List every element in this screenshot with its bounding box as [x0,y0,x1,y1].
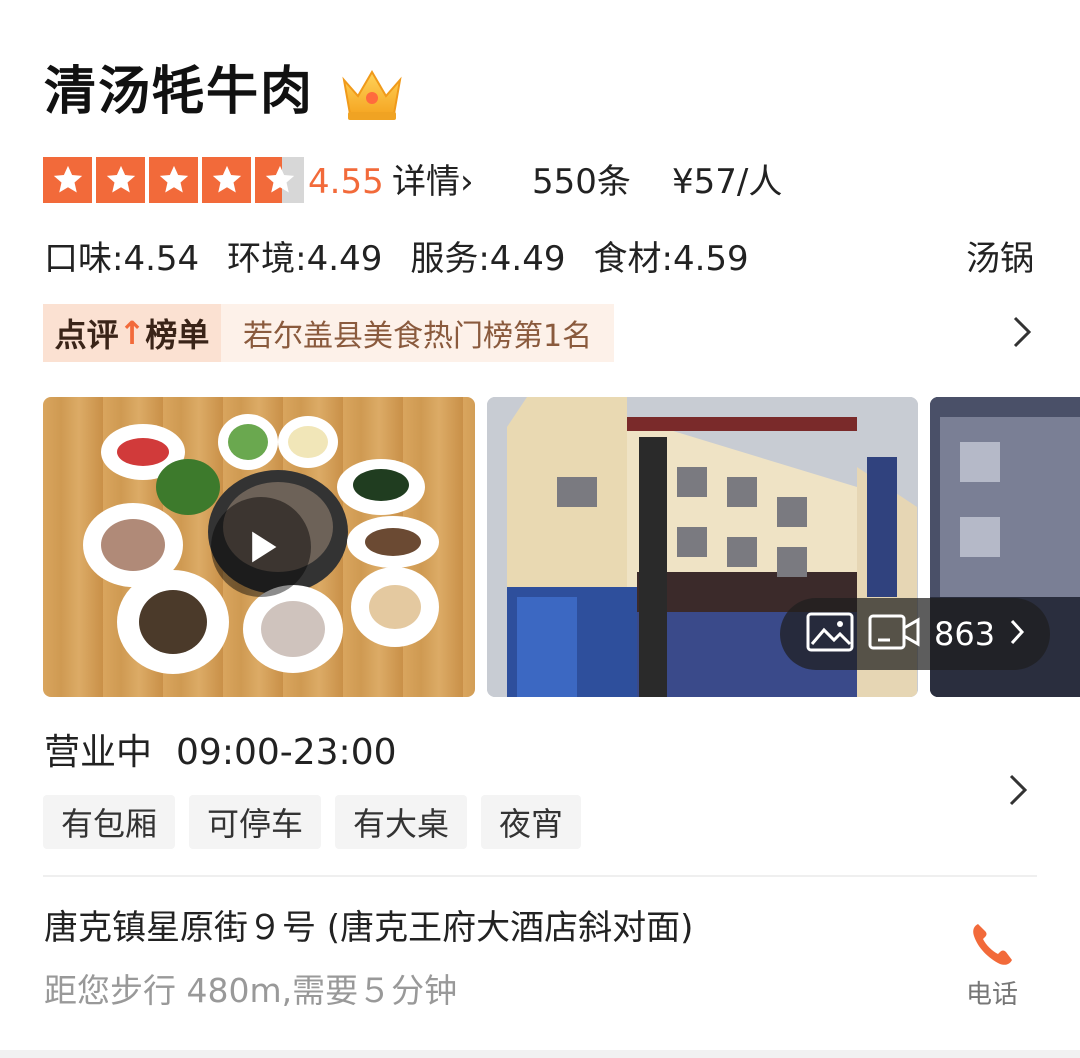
score-taste: 口味:4.54 [44,239,200,279]
ranking-text: 若尔盖县美食热门榜第1名 [221,304,615,362]
facility-tags: 有包厢 可停车 有大桌 夜宵 [43,795,582,849]
crown-icon [340,66,404,122]
shop-title: 清汤牦牛肉 [44,62,315,122]
address-line[interactable]: 唐克镇星原街９号 (唐克王府大酒店斜对面) [44,905,693,951]
star-icon [43,157,92,203]
ranking-tag: 点评 ↑ 榜单 [43,304,221,362]
chevron-right-icon[interactable] [1006,772,1030,808]
shop-category[interactable]: 汤锅 [966,237,1034,281]
score-service: 服务:4.49 [410,239,566,279]
open-status: 营业中 [44,732,153,773]
ranking-tag-text-end: 榜单 [145,316,210,354]
bottom-divider [0,1050,1080,1058]
tag-late-night: 夜宵 [481,795,582,849]
half-star-icon [255,157,304,203]
sub-scores: 口味:4.54 环境:4.49 服务:4.49 食材:4.59 [44,237,749,281]
phone-label[interactable]: 电话 [966,978,1018,1012]
walking-distance: 距您步行 480m,需要５分钟 [44,971,458,1010]
score-environment: 环境:4.49 [227,239,383,279]
tag-private-room: 有包厢 [43,795,176,849]
open-time: 09:00-23:00 [176,732,397,773]
detail-label: 详情 [392,162,460,202]
score-ingredients: 食材:4.59 [593,239,749,279]
video-icon [868,612,920,656]
rating-stars [43,157,304,203]
rating-score: 4.55 [308,162,384,202]
price-per-person: ¥57/人 [672,162,783,202]
chevron-right-icon[interactable] [1010,314,1034,350]
video-thumbnail[interactable] [43,397,475,697]
star-icon [149,157,198,203]
business-hours[interactable]: 营业中 09:00-23:00 [44,730,397,776]
ranking-banner[interactable]: 点评 ↑ 榜单 若尔盖县美食热门榜第1名 [43,304,615,362]
tag-large-table: 有大桌 [335,795,468,849]
phone-icon[interactable] [970,920,1016,968]
media-gallery-button[interactable]: 863 [780,598,1050,670]
image-icon [806,612,854,656]
star-icon [202,157,251,203]
review-count[interactable]: 550条 [532,160,631,204]
chevron-right-icon: › [460,162,474,202]
arrow-up-icon: ↑ [118,314,146,352]
ranking-tag-text: 点评 [54,316,119,354]
rating-detail-link[interactable]: 详情› [392,160,474,204]
play-icon[interactable] [211,497,311,597]
divider [43,875,1037,877]
chevron-right-icon [1009,618,1025,650]
media-count: 863 [934,615,996,653]
tag-parking: 可停车 [189,795,322,849]
star-icon [96,157,145,203]
